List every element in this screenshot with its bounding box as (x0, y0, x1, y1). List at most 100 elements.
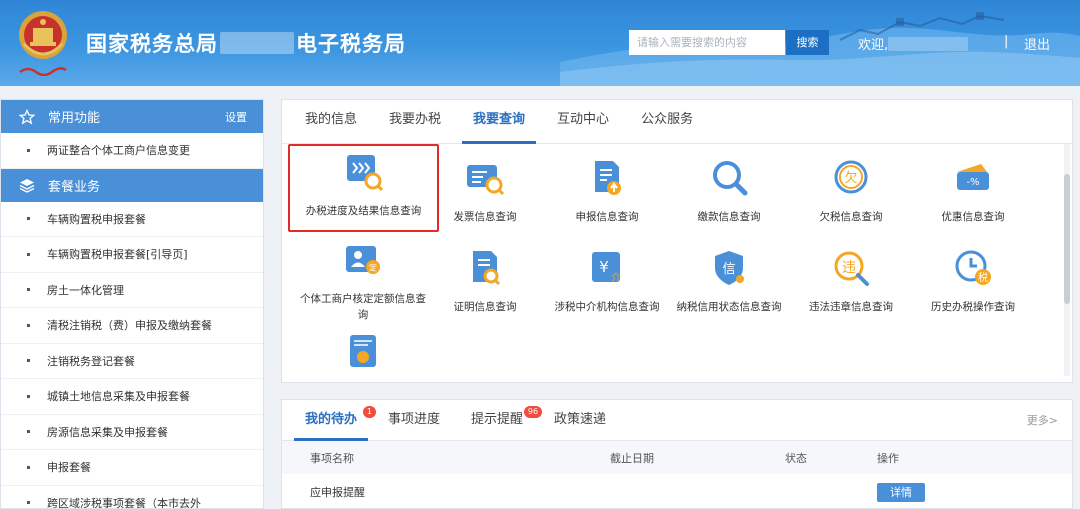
tab-public-service[interactable]: 公众服务 (630, 100, 704, 144)
query-services-panel: 我的信息 我要办税 我要查询 互动中心 公众服务 办税进度及结果信息查询 发票信… (281, 99, 1073, 383)
tax-emblem-icon (19, 11, 67, 59)
svg-text:欠: 欠 (844, 170, 857, 186)
bullet (27, 430, 30, 434)
sidebar-item[interactable]: 房土一体化管理 (1, 273, 263, 308)
tab-progress[interactable]: 事项进度 (377, 400, 451, 440)
sidebar-item[interactable]: 申报套餐 (1, 450, 263, 486)
tab-query[interactable]: 我要查询 (462, 100, 537, 144)
settings-link[interactable]: 设置 (225, 109, 247, 125)
tab-my-info[interactable]: 我的信息 (294, 100, 368, 144)
service-declaration-query[interactable]: 申报信息查询 (542, 158, 672, 225)
sidebar-item-label: 车辆购置税申报套餐[引导页] (47, 248, 188, 262)
tab-label: 我的待办 (305, 412, 358, 427)
bullet (27, 323, 30, 327)
sidebar-item[interactable]: 两证整合个体工商户信息变更 (1, 133, 263, 169)
service-label: 证明信息查询 (453, 301, 517, 313)
header-divider: | (1004, 34, 1009, 49)
svg-text:介: 介 (611, 272, 621, 284)
scrollbar-thumb[interactable] (1064, 174, 1070, 304)
tax-agency-icon: ¥ 介 (592, 252, 621, 284)
magnifier-icon (713, 161, 748, 196)
service-label: 办税进度及结果信息查询 (305, 205, 422, 217)
site-title-prefix: 国家税务总局 (86, 32, 218, 56)
column-header: 操作 (877, 451, 899, 465)
count-badge: 1 (362, 406, 377, 418)
bullet (27, 252, 30, 256)
search-input[interactable] (629, 30, 785, 55)
bullet (27, 394, 30, 398)
svg-text:税: 税 (978, 271, 988, 284)
sidebar-item-label: 车辆购置税申报套餐 (47, 212, 146, 226)
more-link[interactable]: 更多> (1027, 412, 1058, 428)
service-certificate-query[interactable]: 证明信息查询 (420, 248, 550, 315)
welcome-text: 欢迎, (858, 34, 969, 53)
panel-scrollbar[interactable] (1064, 144, 1070, 376)
tab-label: 事项进度 (388, 412, 441, 427)
sidebar-item[interactable]: 跨区域涉税事项套餐（本市去外 (1, 486, 263, 509)
service-arrears-query[interactable]: 欠 欠税信息查询 (786, 158, 916, 225)
sidebar-item[interactable]: 房源信息采集及申报套餐 (1, 415, 263, 450)
table-row: 应申报提醒 详情 (282, 474, 1072, 508)
details-button[interactable]: 详情 (877, 482, 925, 502)
tab-policy[interactable]: 政策速递 (543, 400, 617, 440)
service-label: 优惠信息查询 (941, 211, 1005, 223)
service-progress-query[interactable]: 办税进度及结果信息查询 (288, 144, 439, 232)
service-statistics-report[interactable] (296, 332, 430, 382)
top-header: 国家税务总局 电子税务局 搜索 欢迎, | 退出 (0, 0, 1080, 86)
service-history-query[interactable]: 税 历史办税操作查询 (908, 248, 1038, 315)
star-icon (19, 108, 35, 125)
sidebar-item[interactable]: 车辆购置税申报套餐[引导页] (1, 237, 263, 273)
column-header: 状态 (785, 451, 807, 465)
svg-text:信: 信 (722, 262, 735, 277)
sidebar-section-title: 套餐业务 (48, 179, 101, 195)
bullet (27, 359, 30, 363)
sidebar-item[interactable]: 车辆购置税申报套餐 (1, 202, 263, 237)
service-label: 发票信息查询 (453, 211, 517, 223)
service-business-owner-query[interactable]: 定 个体工商户核定定额信息查询 (296, 240, 430, 323)
tab-label: 政策速递 (554, 412, 607, 427)
svg-text:-%: -% (966, 177, 979, 188)
tab-tax-handling[interactable]: 我要办税 (378, 100, 452, 144)
sidebar-section-title: 常用功能 (48, 111, 101, 126)
service-agency-query[interactable]: ¥ 介 涉税中介机构信息查询 (542, 248, 672, 315)
sidebar-item-label: 申报套餐 (47, 461, 91, 475)
tab-my-todo[interactable]: 我的待办 1 (294, 400, 377, 441)
service-label: 纳税信用状态信息查询 (676, 301, 782, 313)
service-credit-query[interactable]: 信 纳税信用状态信息查询 (664, 248, 794, 315)
column-header: 事项名称 (310, 451, 354, 465)
tab-reminders[interactable]: 提示提醒 96 (460, 400, 543, 440)
sidebar-item-label: 跨区域涉税事项套餐（本市去外 (47, 496, 201, 509)
site-title: 国家税务总局 电子税务局 (86, 28, 406, 58)
service-discount-query[interactable]: -% 优惠信息查询 (908, 158, 1038, 225)
service-violation-query[interactable]: 违 违法违章信息查询 (786, 248, 916, 315)
tab-interaction[interactable]: 互动中心 (546, 100, 620, 144)
sidebar-section-package[interactable]: 套餐业务 (1, 168, 263, 202)
sidebar-item-label: 两证整合个体工商户信息变更 (47, 144, 190, 158)
violation-search-icon: 违 (834, 251, 869, 286)
redacted-region (220, 32, 294, 54)
logout-link[interactable]: 退出 (1024, 34, 1050, 53)
service-payment-query[interactable]: 缴款信息查询 (664, 158, 794, 225)
sidebar-item-label: 注销税务登记套餐 (47, 354, 135, 368)
certificate-search-icon (473, 251, 501, 286)
bullet (27, 217, 30, 221)
tab-label: 提示提醒 (471, 412, 524, 427)
service-label: 申报信息查询 (575, 211, 639, 223)
service-invoice-query[interactable]: 发票信息查询 (420, 158, 550, 225)
svg-text:违: 违 (842, 260, 856, 276)
bullet (27, 288, 30, 292)
service-label: 涉税中介机构信息查询 (554, 301, 660, 313)
service-label: 个体工商户核定定额信息查询 (300, 293, 426, 321)
sidebar-item[interactable]: 城镇土地信息采集及申报套餐 (1, 379, 263, 415)
emblem-caption-logo (18, 64, 68, 77)
sidebar-item-label: 房土一体化管理 (47, 283, 124, 297)
layers-icon (19, 179, 35, 193)
sidebar-item[interactable]: 清税注销税（费）申报及缴纳套餐 (1, 308, 263, 344)
search-button[interactable]: 搜索 (786, 30, 829, 55)
svg-text:¥: ¥ (599, 258, 609, 276)
sidebar-section-common[interactable]: 常用功能 设置 (1, 100, 263, 133)
tax-arrears-icon: 欠 (834, 160, 868, 194)
todo-panel: 我的待办 1 事项进度 提示提醒 96 政策速递 更多> 事项名称 截止日期 状… (281, 399, 1073, 509)
sidebar-item[interactable]: 注销税务登记套餐 (1, 344, 263, 379)
history-clock-icon: 税 (955, 250, 991, 285)
